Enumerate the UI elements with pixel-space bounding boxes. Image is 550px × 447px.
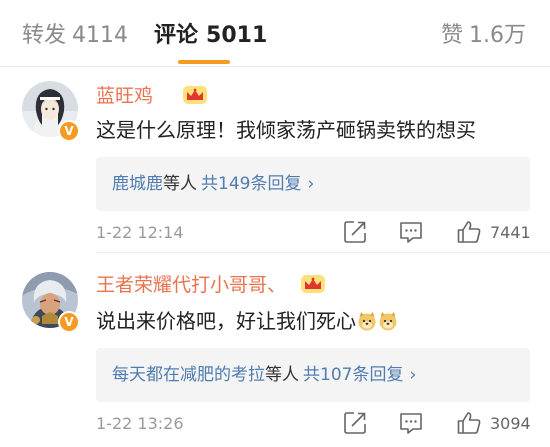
- like-count: 7441: [490, 223, 531, 242]
- chevron-right-icon: ›: [307, 174, 315, 194]
- replies-summary[interactable]: 鹿城鹿等人 共149条回复 ›: [96, 157, 530, 211]
- reply-count[interactable]: 共149条回复: [201, 174, 301, 194]
- comment-username[interactable]: 王者荣耀代打小哥哥、: [96, 272, 286, 298]
- thumbs-up-icon[interactable]: [456, 410, 482, 436]
- verified-v-icon: V: [58, 311, 80, 333]
- chevron-right-icon: ›: [409, 365, 417, 385]
- tab-comment-label: 评论: [154, 23, 199, 48]
- active-tab-indicator: [178, 60, 230, 64]
- reply-suffix: 等人: [163, 174, 197, 194]
- reply-names[interactable]: 每天都在减肥的考拉: [112, 365, 265, 385]
- thumbs-up-icon[interactable]: [456, 219, 482, 245]
- share-icon[interactable]: [342, 219, 368, 245]
- tab-like[interactable]: 赞 1.6万: [441, 18, 526, 54]
- verified-v-icon: V: [58, 120, 80, 142]
- doge-emoji: [358, 312, 376, 331]
- reply-count[interactable]: 共107条回复: [303, 365, 403, 385]
- crown-icon: [301, 275, 325, 293]
- tab-repost-count: 4114: [72, 23, 129, 48]
- comment-tabs: 转发 4114 评论 5011 赞 1.6万: [0, 0, 550, 66]
- reply-names[interactable]: 鹿城鹿: [112, 174, 163, 194]
- comment-item: V 王者荣耀代打小哥哥、 说出来价格吧，好让我们死心 每天都在减肥的考拉等人 共1…: [0, 252, 550, 447]
- comment-text-content: 说出来价格吧，好让我们死心: [96, 309, 356, 333]
- doge-emoji: [379, 312, 397, 331]
- comment-time: 1-22 12:14: [96, 223, 184, 242]
- tab-repost[interactable]: 转发 4114: [22, 18, 128, 54]
- comment-username[interactable]: 蓝旺鸡: [96, 83, 153, 109]
- crown-icon: [183, 86, 207, 104]
- tab-comment[interactable]: 评论 5011: [154, 18, 267, 54]
- tab-like-label: 赞: [440, 23, 463, 48]
- like-count: 3094: [490, 414, 531, 433]
- tab-like-count: 1.6万: [469, 23, 526, 48]
- comment-icon[interactable]: [398, 410, 424, 436]
- comment-text: 这是什么原理！我倾家荡产砸锅卖铁的想买: [96, 118, 476, 142]
- comment-time: 1-22 13:26: [96, 414, 184, 433]
- comment-text: 说出来价格吧，好让我们死心: [96, 306, 398, 336]
- share-icon[interactable]: [342, 410, 368, 436]
- tab-repost-label: 转发: [22, 23, 67, 48]
- replies-summary[interactable]: 每天都在减肥的考拉等人 共107条回复 ›: [96, 348, 530, 402]
- reply-suffix: 等人: [265, 365, 299, 385]
- tab-comment-count: 5011: [206, 23, 268, 48]
- comment-icon[interactable]: [398, 219, 424, 245]
- comment-item: V 蓝旺鸡 这是什么原理！我倾家荡产砸锅卖铁的想买 鹿城鹿等人 共149条回复 › …: [0, 67, 550, 252]
